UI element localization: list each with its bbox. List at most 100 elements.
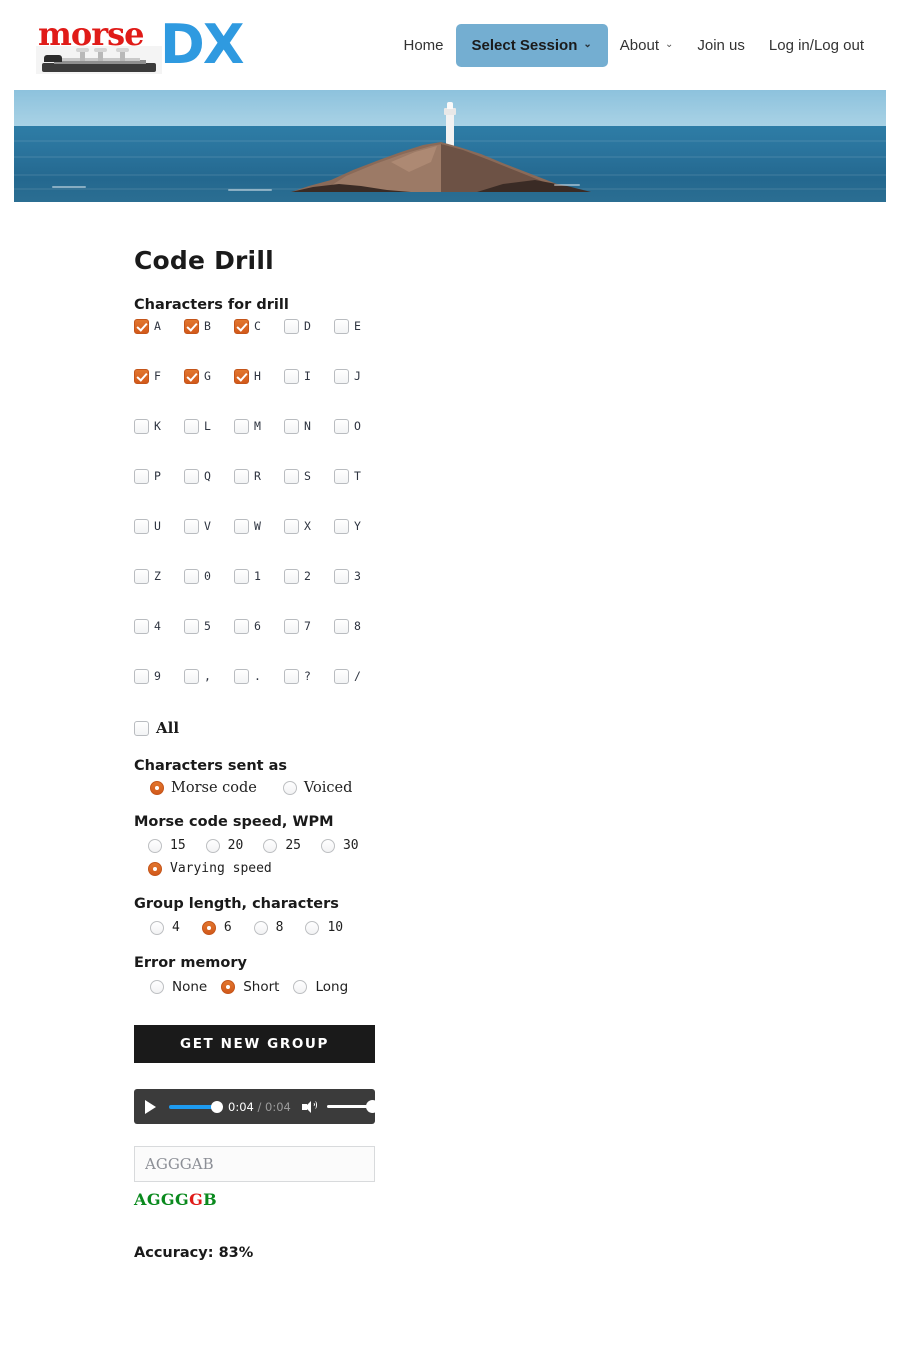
character-cell-3[interactable]: 3	[334, 569, 384, 584]
character-cell-R[interactable]: R	[234, 469, 284, 484]
checkbox-7[interactable]	[284, 619, 299, 634]
checkbox-E[interactable]	[334, 319, 349, 334]
radio-speed-30[interactable]	[320, 838, 335, 853]
character-cell-.[interactable]: .	[234, 669, 284, 684]
checkbox-A[interactable]	[134, 319, 149, 334]
checkbox-/[interactable]	[334, 669, 349, 684]
radio-voiced[interactable]	[282, 781, 297, 795]
character-cell-Q[interactable]: Q	[184, 469, 234, 484]
checkbox-D[interactable]	[284, 319, 299, 334]
character-cell-E[interactable]: E	[334, 319, 384, 334]
character-cell-/[interactable]: /	[334, 669, 384, 684]
audio-seek-handle[interactable]	[211, 1100, 223, 1113]
checkbox-G[interactable]	[184, 369, 199, 384]
radio-speed-25[interactable]	[263, 838, 278, 853]
radio-error-none[interactable]	[150, 980, 164, 994]
checkbox-9[interactable]	[134, 669, 149, 684]
checkbox-V[interactable]	[184, 519, 199, 534]
checkbox-H[interactable]	[234, 369, 249, 384]
radio-morse-code[interactable]	[150, 781, 164, 795]
radio-error-long[interactable]	[293, 980, 308, 994]
checkbox-B[interactable]	[184, 319, 199, 334]
character-cell-P[interactable]: P	[134, 469, 184, 484]
checkbox-F[interactable]	[134, 369, 149, 384]
character-cell-F[interactable]: F	[134, 369, 184, 384]
volume-slider[interactable]	[326, 1100, 379, 1113]
site-logo[interactable]: morse DX	[36, 16, 244, 74]
checkbox-8[interactable]	[334, 619, 349, 634]
checkbox-.[interactable]	[234, 669, 249, 684]
character-cell-I[interactable]: I	[284, 369, 334, 384]
checkbox-S[interactable]	[284, 469, 299, 484]
checkbox-I[interactable]	[284, 369, 299, 384]
answer-input[interactable]	[134, 1146, 375, 1182]
get-new-group-button[interactable]: GET NEW GROUP	[134, 1025, 375, 1063]
character-cell-G[interactable]: G	[184, 369, 234, 384]
checkbox-N[interactable]	[284, 419, 299, 434]
character-cell-N[interactable]: N	[284, 419, 334, 434]
character-cell-C[interactable]: C	[234, 319, 284, 334]
radio-group-8[interactable]	[253, 920, 268, 935]
checkbox-W[interactable]	[234, 519, 249, 534]
character-cell-8[interactable]: 8	[334, 619, 384, 634]
checkbox-C[interactable]	[234, 319, 249, 334]
speaker-icon[interactable]	[301, 1100, 317, 1114]
character-cell-L[interactable]: L	[184, 419, 234, 434]
character-cell-B[interactable]: B	[184, 319, 234, 334]
radio-speed-15[interactable]	[148, 838, 162, 853]
checkbox-2[interactable]	[284, 569, 299, 584]
character-cell-,[interactable]: ,	[184, 669, 234, 684]
character-cell-U[interactable]: U	[134, 519, 184, 534]
checkbox-J[interactable]	[334, 369, 349, 384]
nav-item-about[interactable]: About ⌄	[608, 27, 686, 64]
character-cell-J[interactable]: J	[334, 369, 384, 384]
checkbox-6[interactable]	[234, 619, 249, 634]
character-cell-?[interactable]: ?	[284, 669, 334, 684]
all-checkbox-row[interactable]: All	[134, 721, 900, 736]
checkbox-L[interactable]	[184, 419, 199, 434]
nav-item-login-logout[interactable]: Log in/Log out	[757, 27, 876, 64]
checkbox-?[interactable]	[284, 669, 299, 684]
character-cell-A[interactable]: A	[134, 319, 184, 334]
character-cell-9[interactable]: 9	[134, 669, 184, 684]
checkbox-0[interactable]	[184, 569, 199, 584]
nav-item-join-us[interactable]: Join us	[685, 27, 757, 64]
checkbox-O[interactable]	[334, 419, 349, 434]
radio-group-10[interactable]	[305, 920, 320, 935]
checkbox-X[interactable]	[284, 519, 299, 534]
checkbox-U[interactable]	[134, 519, 149, 534]
character-cell-H[interactable]: H	[234, 369, 284, 384]
character-cell-X[interactable]: X	[284, 519, 334, 534]
character-cell-S[interactable]: S	[284, 469, 334, 484]
radio-group-6[interactable]	[201, 920, 216, 935]
volume-handle[interactable]	[365, 1100, 379, 1113]
checkbox-1[interactable]	[234, 569, 249, 584]
checkbox-M[interactable]	[234, 419, 249, 434]
checkbox-K[interactable]	[134, 419, 149, 434]
character-cell-K[interactable]: K	[134, 419, 184, 434]
checkbox-4[interactable]	[134, 619, 149, 634]
character-cell-M[interactable]: M	[234, 419, 284, 434]
character-cell-Y[interactable]: Y	[334, 519, 384, 534]
radio-varying-speed[interactable]	[148, 861, 162, 876]
checkbox-T[interactable]	[334, 469, 349, 484]
character-cell-D[interactable]: D	[284, 319, 334, 334]
character-cell-T[interactable]: T	[334, 469, 384, 484]
character-cell-1[interactable]: 1	[234, 569, 284, 584]
character-cell-7[interactable]: 7	[284, 619, 334, 634]
checkbox-,[interactable]	[184, 669, 199, 684]
character-cell-6[interactable]: 6	[234, 619, 284, 634]
checkbox-Y[interactable]	[334, 519, 349, 534]
checkbox-P[interactable]	[134, 469, 149, 484]
play-icon[interactable]	[145, 1099, 156, 1114]
radio-error-short[interactable]	[221, 980, 236, 994]
character-cell-W[interactable]: W	[234, 519, 284, 534]
checkbox-3[interactable]	[334, 569, 349, 584]
nav-item-home[interactable]: Home	[391, 27, 455, 64]
checkbox-R[interactable]	[234, 469, 249, 484]
audio-seek-slider[interactable]	[169, 1100, 223, 1113]
radio-group-4[interactable]	[150, 920, 164, 935]
character-cell-O[interactable]: O	[334, 419, 384, 434]
checkbox-5[interactable]	[184, 619, 199, 634]
character-cell-Z[interactable]: Z	[134, 569, 184, 584]
